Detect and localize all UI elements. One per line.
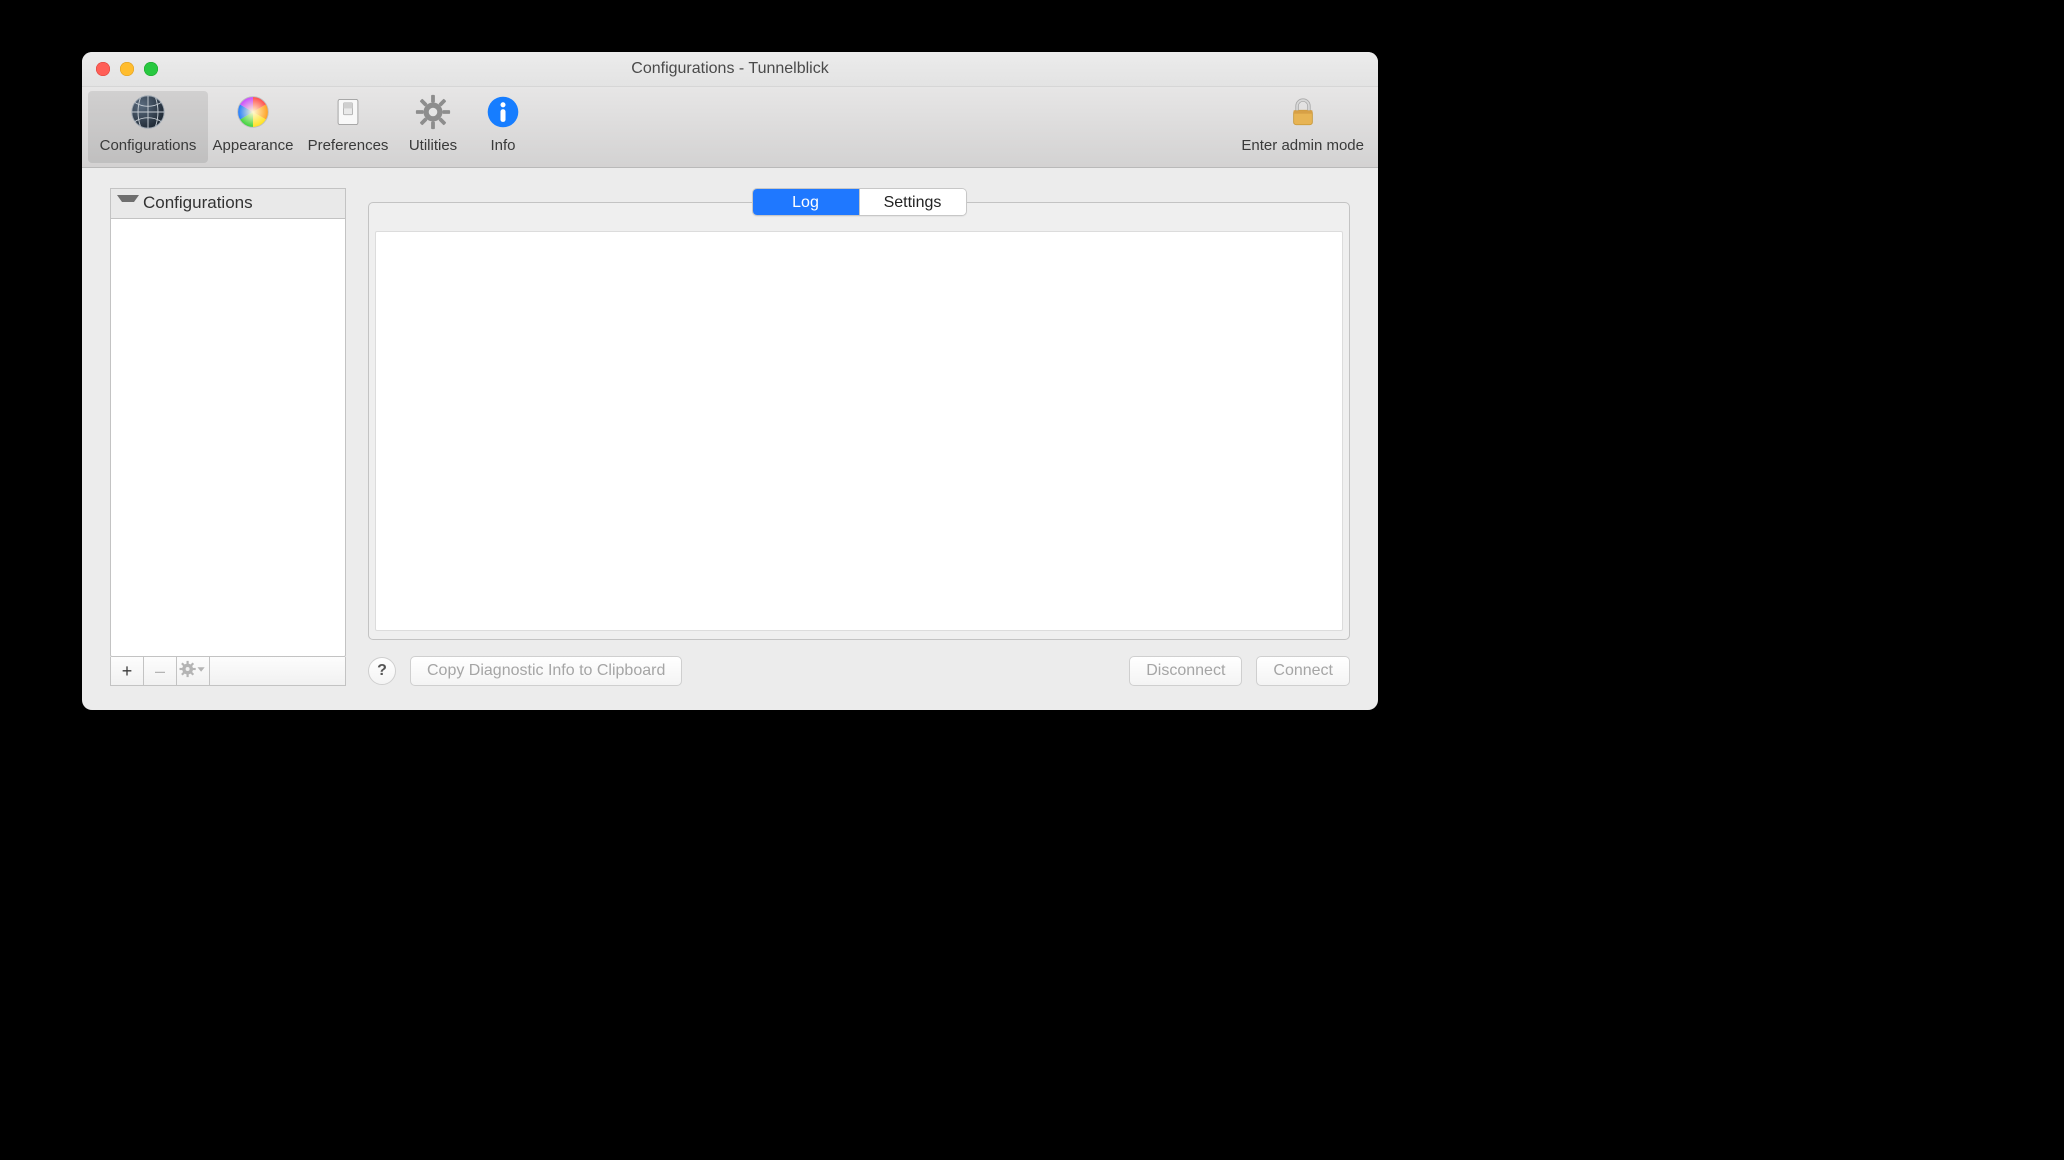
toolbar-appearance[interactable]: Appearance: [208, 91, 298, 163]
admin-label: Enter admin mode: [1241, 137, 1364, 154]
configurations-group-header[interactable]: Configurations: [111, 189, 345, 219]
button-label: Disconnect: [1146, 662, 1225, 680]
switch-panel-icon: [329, 93, 367, 131]
lock-icon: [1284, 93, 1322, 131]
disconnect-button[interactable]: Disconnect: [1129, 656, 1242, 686]
toolbar-utilities[interactable]: Utilities: [398, 91, 468, 163]
plus-icon: +: [122, 661, 133, 682]
sidebar-toolbar: + –: [110, 657, 346, 686]
configuration-actions-button[interactable]: [177, 657, 210, 685]
minimize-window-button[interactable]: [120, 62, 134, 76]
toolbar-info[interactable]: Info: [468, 91, 538, 163]
zoom-window-button[interactable]: [144, 62, 158, 76]
tab-settings[interactable]: Settings: [859, 189, 966, 215]
sidebar: Configurations + –: [110, 188, 346, 686]
configurations-list-body: [111, 219, 345, 656]
tab-label: Log: [792, 194, 819, 212]
close-window-button[interactable]: [96, 62, 110, 76]
configurations-group-label: Configurations: [143, 193, 253, 213]
bottom-button-row: ? Copy Diagnostic Info to Clipboard Disc…: [368, 656, 1350, 686]
toolbar: Configurations: [82, 87, 1378, 168]
color-wheel-icon: [234, 93, 272, 131]
button-label: Connect: [1273, 662, 1333, 680]
disclosure-triangle-icon: [117, 195, 139, 214]
window-body: Configurations + –: [82, 162, 1378, 710]
toolbar-label: Preferences: [308, 137, 389, 154]
gear-dropdown-icon: [179, 660, 207, 683]
add-configuration-button[interactable]: +: [111, 657, 144, 685]
network-globe-icon: [129, 93, 167, 131]
toolbar-label: Info: [490, 137, 515, 154]
minus-icon: –: [155, 661, 165, 682]
toolbar-preferences[interactable]: Preferences: [298, 91, 398, 163]
sidebar-toolbar-spacer: [210, 657, 345, 685]
question-mark-icon: ?: [377, 662, 387, 680]
gear-icon: [414, 93, 452, 131]
toolbar-configurations[interactable]: Configurations: [88, 91, 208, 163]
connect-button[interactable]: Connect: [1256, 656, 1350, 686]
tab-label: Settings: [884, 194, 942, 212]
toolbar-label: Configurations: [100, 137, 197, 154]
traffic-lights: [96, 62, 158, 76]
copy-diagnostic-info-button[interactable]: Copy Diagnostic Info to Clipboard: [410, 656, 682, 686]
toolbar-label: Appearance: [213, 137, 294, 154]
titlebar: Configurations - Tunnelblick: [82, 52, 1378, 87]
info-icon: [484, 93, 522, 131]
tab-log[interactable]: Log: [753, 189, 859, 215]
toolbar-label: Utilities: [409, 137, 457, 154]
tab-content: [368, 202, 1350, 640]
log-textview[interactable]: [375, 231, 1343, 631]
button-label: Copy Diagnostic Info to Clipboard: [427, 662, 665, 680]
main-panel: Log Settings ? Copy Diagnostic Info to C…: [368, 188, 1350, 686]
window-title: Configurations - Tunnelblick: [82, 60, 1378, 78]
enter-admin-mode-button[interactable]: Enter admin mode: [1233, 91, 1372, 163]
app-window: Configurations - Tunnelblick Configurati…: [82, 52, 1378, 710]
tab-switcher: Log Settings: [368, 188, 1350, 216]
configurations-list[interactable]: Configurations: [110, 188, 346, 657]
help-button[interactable]: ?: [368, 657, 396, 685]
remove-configuration-button[interactable]: –: [144, 657, 177, 685]
